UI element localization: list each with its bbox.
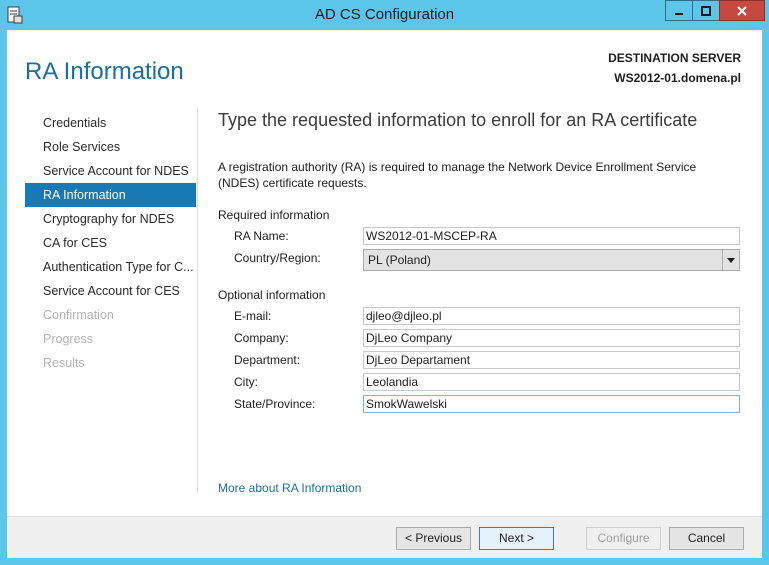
chevron-down-icon: [727, 257, 735, 263]
maximize-icon: [701, 5, 711, 16]
state-row: State/Province:: [218, 394, 740, 416]
company-label: Company:: [234, 331, 289, 345]
wizard-nav: Credentials Role Services Service Accoun…: [25, 111, 196, 375]
maximize-button[interactable]: [692, 0, 719, 21]
wizard-client-area: RA Information DESTINATION SERVER WS2012…: [7, 30, 762, 558]
close-button[interactable]: [719, 0, 765, 21]
department-label: Department:: [234, 353, 301, 367]
destination-server: DESTINATION SERVER WS2012-01.domena.pl: [608, 48, 741, 88]
nav-item-service-account-ces[interactable]: Service Account for CES: [25, 279, 196, 303]
ra-name-input[interactable]: [363, 227, 740, 245]
state-label: State/Province:: [234, 397, 316, 411]
nav-item-confirmation: Confirmation: [43, 308, 114, 322]
nav-item-cryptography-ndes[interactable]: Cryptography for NDES: [25, 207, 196, 231]
email-label: E-mail:: [234, 309, 272, 323]
nav-item-ca-for-ces[interactable]: CA for CES: [25, 231, 196, 255]
country-label: Country/Region:: [234, 251, 321, 265]
nav-item-ra-information[interactable]: RA Information: [25, 183, 196, 207]
next-button[interactable]: Next >: [479, 527, 554, 550]
nav-item-progress: Progress: [43, 332, 94, 346]
nav-divider: [197, 108, 198, 493]
city-row: City:: [218, 372, 740, 394]
city-input[interactable]: [363, 373, 740, 391]
nav-item-credentials[interactable]: Credentials: [25, 111, 196, 135]
cancel-button[interactable]: Cancel: [669, 527, 744, 550]
destination-server-name: WS2012-01.domena.pl: [614, 71, 741, 85]
email-input[interactable]: [363, 307, 740, 325]
close-icon: [737, 5, 747, 16]
minimize-icon: [675, 12, 683, 15]
content-heading: Type the requested information to enroll…: [218, 110, 698, 130]
configure-button: Configure: [586, 527, 661, 550]
company-input[interactable]: [363, 329, 740, 347]
nav-item-service-account-ndes[interactable]: Service Account for NDES: [25, 159, 196, 183]
minimize-button[interactable]: [665, 0, 692, 21]
ra-name-row: RA Name:: [218, 226, 740, 248]
city-label: City:: [234, 375, 258, 389]
previous-button[interactable]: < Previous: [396, 527, 471, 550]
required-section-label: Required information: [218, 208, 330, 222]
department-input[interactable]: [363, 351, 740, 369]
country-row: Country/Region: PL (Poland): [218, 248, 740, 274]
wizard-footer: < Previous Next > Configure Cancel: [7, 516, 762, 558]
company-row: Company:: [218, 328, 740, 350]
window-title: AD CS Configuration: [314, 6, 455, 23]
dropdown-arrow[interactable]: [722, 250, 739, 270]
ra-information-form: Type the requested information to enroll…: [218, 110, 740, 416]
ra-name-label: RA Name:: [234, 229, 289, 243]
nav-item-authentication-type[interactable]: Authentication Type for C...: [25, 255, 196, 279]
more-info-link[interactable]: More about RA Information: [218, 481, 361, 495]
state-input[interactable]: [363, 395, 740, 413]
page-title: RA Information: [25, 58, 184, 85]
destination-label: DESTINATION SERVER: [608, 51, 741, 65]
content-description: A registration authority (RA) is require…: [218, 160, 697, 190]
department-row: Department:: [218, 350, 740, 372]
title-bar: AD CS Configuration: [0, 0, 769, 30]
country-select[interactable]: PL (Poland): [363, 249, 740, 271]
country-select-value: PL (Poland): [368, 253, 431, 267]
nav-item-results: Results: [43, 356, 85, 370]
email-row: E-mail:: [218, 306, 740, 328]
nav-item-role-services[interactable]: Role Services: [25, 135, 196, 159]
optional-section-label: Optional information: [218, 288, 326, 302]
